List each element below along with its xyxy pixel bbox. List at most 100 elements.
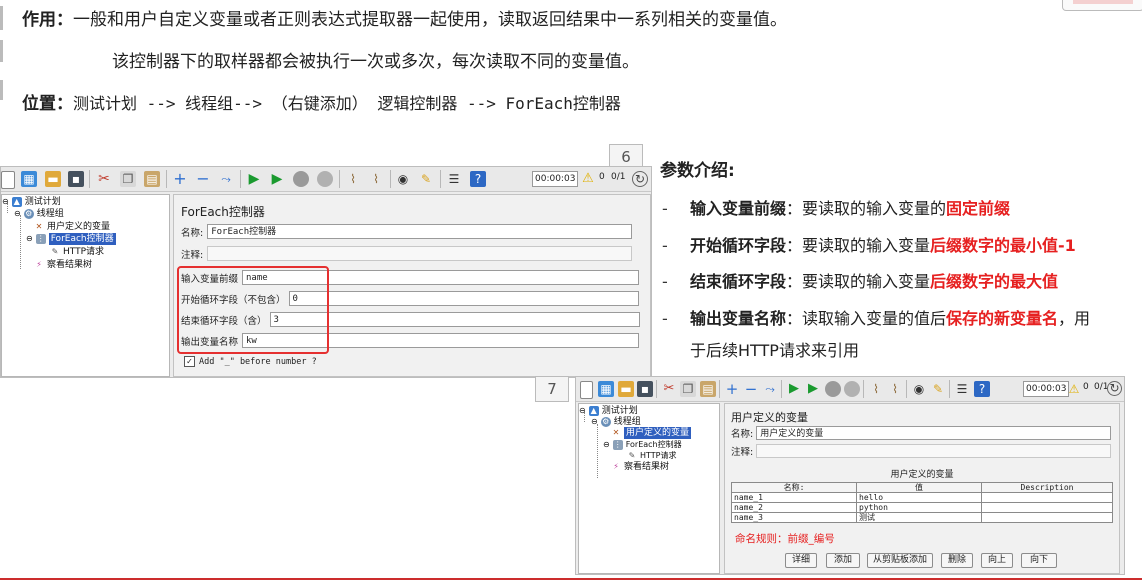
reset-search-icon[interactable]: ✎ [418, 171, 434, 187]
tree-node-user-vars[interactable]: ✕ 用户定义的变量 [34, 221, 110, 233]
controller-icon: ⋮ [612, 440, 623, 450]
toggle-icon[interactable]: ⤳ [218, 171, 234, 187]
foreach-panel: ForEach控制器 名称: ForEach控制器 注释: 输入变量前缀 nam… [173, 194, 651, 377]
name-input[interactable]: 用户定义的变量 [756, 426, 1112, 440]
new-icon[interactable] [580, 381, 593, 399]
panel-title: ForEach控制器 [181, 205, 265, 219]
toolbar-7: ▦ ▬ ▪ ✂ ❐ ▤ + − ⤳ ▶ ▶ ⌇ ⌇ ◉ ✎ ☰ ? 00:00:… [576, 377, 1124, 402]
tree-node-test-plan[interactable]: ⊖ ▲ 测试计划 [2, 196, 61, 208]
tree-node-result-tree[interactable]: ⚡ 察看结果树 [34, 259, 92, 271]
comment-row: 注释: [731, 444, 1112, 458]
param-item-2: - 开始循环字段：要读取的输入变量后缀数字的最小值-1 [662, 236, 1076, 255]
reset-search-icon[interactable]: ✎ [930, 381, 946, 397]
table-row[interactable]: name_1 hello [731, 492, 1113, 503]
tree-node-thread-group[interactable]: ⊖ ⚙ 线程组 [14, 208, 64, 220]
collapse-icon[interactable]: − [743, 381, 759, 397]
jmeter-window-user-vars: ▦ ▬ ▪ ✂ ❐ ▤ + − ⤳ ▶ ▶ ⌇ ⌇ ◉ ✎ ☰ ? 00:00:… [575, 376, 1125, 575]
status-icon[interactable]: ↻ [1107, 381, 1122, 396]
table-row[interactable]: name_3 测试 [731, 512, 1113, 523]
corner-widget [1062, 0, 1142, 11]
position-line: 位置：测试计划 --> 线程组--> （右键添加） 逻辑控制器 --> ForE… [22, 94, 621, 114]
name-row: 名称: ForEach控制器 [181, 224, 633, 239]
copy-icon[interactable]: ❐ [120, 171, 136, 187]
paste-icon[interactable]: ▤ [144, 171, 160, 187]
warning-count: 0 [599, 172, 605, 182]
warning-icon[interactable]: ⚠ [1066, 381, 1082, 397]
param-continuation: 于后续HTTP请求来引用 [690, 341, 859, 360]
tree-node-result-tree[interactable]: ⚡ 察看结果树 [611, 461, 669, 473]
function-helper-icon[interactable]: ☰ [954, 381, 970, 397]
add-button[interactable]: 添加 [826, 553, 860, 568]
toggle-icon[interactable]: ⤳ [762, 381, 778, 397]
delete-button[interactable]: 删除 [941, 553, 973, 568]
comment-input[interactable] [207, 246, 633, 261]
clear-all-icon[interactable]: ⌇ [368, 171, 384, 187]
start-no-pause-icon[interactable]: ▶ [805, 381, 821, 397]
expand-icon[interactable]: + [172, 171, 188, 187]
help-icon[interactable]: ? [470, 171, 486, 187]
detail-button[interactable]: 详细 [785, 553, 817, 568]
cut-icon[interactable]: ✂ [661, 381, 677, 397]
templates-icon[interactable]: ▦ [21, 171, 37, 187]
controller-icon: ⋮ [35, 234, 46, 244]
start-no-pause-icon[interactable]: ▶ [269, 171, 285, 187]
tree-node-http[interactable]: ✎ HTTP请求 [50, 246, 104, 258]
start-icon[interactable]: ▶ [786, 381, 802, 397]
test-plan-icon: ▲ [588, 406, 599, 416]
panel-title: 用户定义的变量 [731, 411, 808, 424]
new-icon[interactable] [1, 171, 15, 189]
shutdown-icon[interactable] [317, 171, 333, 187]
table-header-row: 名称: 值 Description [731, 482, 1113, 493]
page-bottom-rule [0, 578, 1142, 580]
name-row: 名称: 用户定义的变量 [731, 426, 1112, 440]
toolbar: ▦ ▬ ▪ ✂ ❐ ▤ + − ⤳ ▶ ▶ ⌇ ⌇ ◉ ✎ ☰ ? 00:00:… [1, 167, 651, 192]
search-icon[interactable]: ◉ [911, 381, 927, 397]
clear-icon[interactable]: ⌇ [345, 171, 361, 187]
cut-icon[interactable]: ✂ [96, 171, 112, 187]
stop-icon[interactable] [825, 381, 841, 397]
templates-icon[interactable]: ▦ [598, 381, 614, 397]
function-helper-icon[interactable]: ☰ [446, 171, 462, 187]
add-from-clipboard-button[interactable]: 从剪贴板添加 [867, 553, 933, 568]
column-header[interactable]: 值 [856, 482, 982, 493]
test-tree-7: ⊖ ▲ 测试计划 ⊖ ⚙ 线程组 ✕ 用户定义的变量 ⊖ ⋮ ForEach控制器 ✎ HTTP… [578, 403, 720, 574]
purpose-label: 作用 [22, 10, 56, 30]
start-icon[interactable]: ▶ [246, 171, 262, 187]
expand-icon[interactable]: + [724, 381, 740, 397]
save-icon[interactable]: ▪ [637, 381, 653, 397]
search-icon[interactable]: ◉ [395, 171, 411, 187]
tree-node-foreach[interactable]: ⊖ ⋮ ForEach控制器 [26, 233, 116, 245]
open-icon[interactable]: ▬ [618, 381, 634, 397]
purpose-text: 一般和用户自定义变量或者正则表达式提取器一起使用，读取返回结果中一系列相关的变量… [73, 10, 787, 30]
help-icon[interactable]: ? [974, 381, 990, 397]
listener-icon: ⚡ [36, 260, 42, 269]
move-up-button[interactable]: 向上 [981, 553, 1013, 568]
clear-all-icon[interactable]: ⌇ [887, 381, 903, 397]
tree-node-user-vars[interactable]: ✕ 用户定义的变量 [611, 427, 692, 439]
collapse-icon[interactable]: − [195, 171, 211, 187]
move-down-button[interactable]: 向下 [1021, 553, 1057, 568]
naming-rule-note: 命名规则：前缀_编号 [735, 533, 835, 545]
comment-input[interactable] [756, 444, 1112, 458]
purpose-line-2: 该控制器下的取样器都会被执行一次或多次，每次读取不同的变量值。 [112, 52, 639, 72]
warning-icon[interactable]: ⚠ [580, 171, 596, 187]
copy-icon[interactable]: ❐ [680, 381, 696, 397]
elapsed-timer: 00:00:03 [532, 171, 579, 187]
elapsed-timer: 00:00:03 [1023, 381, 1070, 397]
save-icon[interactable]: ▪ [68, 171, 84, 187]
listener-icon: ⚡ [613, 462, 619, 471]
status-icon[interactable]: ↻ [632, 171, 648, 187]
stop-icon[interactable] [293, 171, 309, 187]
table-row[interactable]: name_2 python [731, 502, 1113, 513]
test-tree: ⊖ ▲ 测试计划 ⊖ ⚙ 线程组 ✕ 用户定义的变量 ⊖ ⋮ ForEach控制器 ✎ HTTP… [1, 194, 170, 377]
column-header[interactable]: 名称: [731, 482, 857, 493]
clear-icon[interactable]: ⌇ [868, 381, 884, 397]
add-underscore-checkbox[interactable]: ✓ [184, 356, 195, 367]
shutdown-icon[interactable] [844, 381, 860, 397]
column-header[interactable]: Description [981, 482, 1113, 493]
open-icon[interactable]: ▬ [45, 171, 61, 187]
wrench-icon: ✕ [612, 428, 620, 437]
start-index-input[interactable]: 0 [288, 291, 639, 306]
name-input[interactable]: ForEach控制器 [207, 224, 633, 239]
paste-icon[interactable]: ▤ [700, 381, 716, 397]
